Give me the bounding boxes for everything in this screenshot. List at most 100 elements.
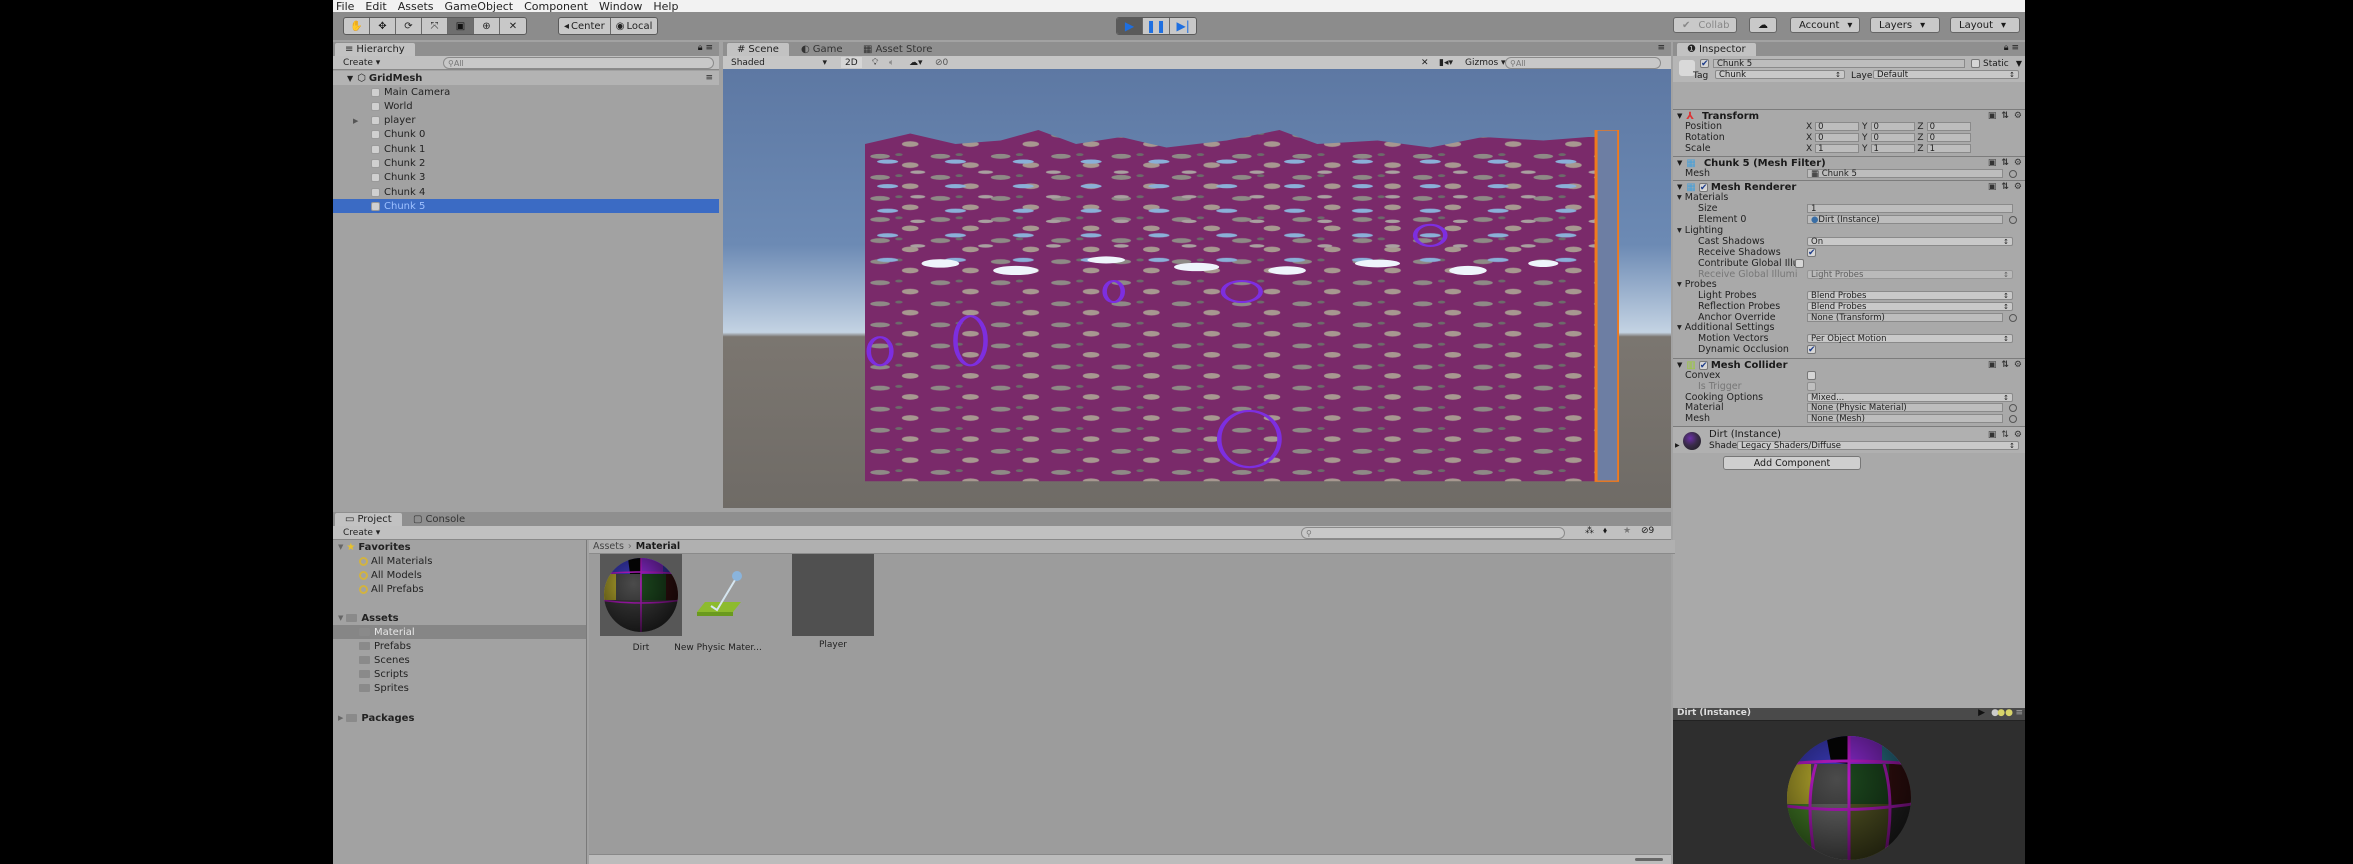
convex-checkbox[interactable] bbox=[1807, 371, 1816, 380]
hierarchy-item[interactable]: ▶ player bbox=[333, 114, 719, 128]
menu-assets[interactable]: Assets bbox=[395, 0, 442, 13]
mesh-renderer-enabled-checkbox[interactable]: ✔ bbox=[1698, 182, 1708, 192]
preview-menu-icon[interactable]: ≡ bbox=[2015, 708, 2023, 718]
help-book-icon[interactable]: ▣ bbox=[1988, 360, 1997, 370]
probes-foldout[interactable]: ▾ Probes bbox=[1673, 279, 2025, 290]
lighting-toggle[interactable]: 💡︎ bbox=[868, 57, 882, 68]
folder-item[interactable]: Scenes bbox=[333, 653, 586, 667]
terrain-mesh[interactable] bbox=[865, 130, 1619, 482]
expand-arrow-icon[interactable]: ▼ bbox=[347, 74, 353, 83]
2d-toggle[interactable]: 2D bbox=[841, 57, 862, 68]
breadcrumb-material[interactable]: Material bbox=[636, 541, 680, 552]
receive-shadows-checkbox[interactable]: ✔ bbox=[1807, 248, 1816, 258]
tab-scene[interactable]: # Scene bbox=[727, 43, 789, 56]
help-book-icon[interactable]: ▣ bbox=[1988, 158, 1997, 168]
favorite-item[interactable]: All Materials bbox=[333, 554, 586, 568]
hidden-packages-toggle[interactable]: ⊘9 bbox=[1641, 526, 1654, 536]
foldout-arrow-icon[interactable]: ▼ bbox=[1677, 112, 1682, 120]
material-sphere-preview[interactable] bbox=[1786, 734, 1912, 862]
scene-search[interactable]: ⚲ All bbox=[1505, 57, 1661, 69]
object-picker-icon[interactable] bbox=[2009, 313, 2017, 322]
scene-root[interactable]: ▼ ⬡ GridMesh ≡ bbox=[333, 71, 719, 85]
light-probes-dropdown[interactable]: Blend Probes bbox=[1807, 291, 2013, 301]
lock-icon[interactable]: 🔒︎ ≡ bbox=[698, 43, 713, 53]
contribute-gi-checkbox[interactable] bbox=[1795, 259, 1804, 268]
position-y[interactable]: 0 bbox=[1870, 122, 1915, 132]
help-book-icon[interactable]: ▣ bbox=[1988, 182, 1997, 192]
foldout-arrow-icon[interactable]: ▼ bbox=[1677, 183, 1682, 191]
reflection-probes-dropdown[interactable]: Blend Probes bbox=[1807, 302, 2013, 312]
help-book-icon[interactable]: ▣ bbox=[1988, 430, 1997, 440]
menu-gameobject[interactable]: GameObject bbox=[442, 0, 522, 13]
preset-icon[interactable]: ⇅ bbox=[2001, 111, 2009, 121]
size-field[interactable]: 1 bbox=[1807, 204, 2013, 214]
pivot-local-button[interactable]: ◉ Local bbox=[611, 18, 658, 34]
preset-icon[interactable]: ⇅ bbox=[2001, 158, 2009, 168]
scene-viewport[interactable] bbox=[723, 69, 1671, 508]
pause-button[interactable]: ❚❚ bbox=[1143, 18, 1171, 34]
filter-by-type-icon[interactable]: ⁂ bbox=[1585, 526, 1594, 536]
panel-menu-icon[interactable]: ≡ bbox=[1657, 43, 1665, 53]
asset-player[interactable]: Player bbox=[791, 554, 875, 650]
preview-play-icon[interactable]: ▶ bbox=[1978, 708, 1985, 718]
thumbnail-size-slider[interactable] bbox=[1635, 858, 1663, 861]
breadcrumb-assets[interactable]: Assets bbox=[593, 541, 624, 552]
scale-tool-button[interactable]: ⤧ bbox=[422, 18, 448, 34]
object-name-field[interactable]: Chunk 5 bbox=[1713, 59, 1965, 69]
mesh-field[interactable]: ▦ Chunk 5 bbox=[1807, 169, 2003, 179]
object-picker-icon[interactable] bbox=[2009, 215, 2017, 224]
hierarchy-search[interactable]: ⚲ All bbox=[443, 57, 714, 69]
tab-hierarchy[interactable]: ≡ Hierarchy bbox=[335, 43, 415, 56]
lock-icon[interactable]: 🔒︎ ≡ bbox=[2004, 43, 2019, 53]
collider-mesh-field[interactable]: None (Mesh) bbox=[1807, 414, 2003, 424]
menu-component[interactable]: Component bbox=[521, 0, 596, 13]
folder-item[interactable]: Prefabs bbox=[333, 639, 586, 653]
layers-dropdown[interactable]: Layers ▾ bbox=[1870, 17, 1940, 33]
shader-dropdown[interactable]: Legacy Shaders/Diffuse bbox=[1737, 441, 2019, 451]
anchor-override-field[interactable]: None (Transform) bbox=[1807, 313, 2003, 323]
favorite-item[interactable]: All Prefabs bbox=[333, 582, 586, 596]
preview-light-icon[interactable]: ●● bbox=[1997, 708, 2013, 718]
cloud-button[interactable]: ☁ bbox=[1749, 17, 1777, 33]
hierarchy-item[interactable]: World bbox=[333, 99, 719, 113]
tag-dropdown[interactable]: Chunk bbox=[1715, 70, 1845, 80]
cast-shadows-dropdown[interactable]: On bbox=[1807, 237, 2013, 247]
tab-game[interactable]: ◐ Game bbox=[791, 43, 853, 56]
scale-y[interactable]: 1 bbox=[1870, 144, 1915, 154]
mesh-collider-enabled-checkbox[interactable]: ✔ bbox=[1698, 360, 1708, 370]
gear-icon[interactable]: ⚙ bbox=[2014, 360, 2022, 370]
gear-icon[interactable]: ⚙ bbox=[2014, 111, 2022, 121]
hierarchy-item[interactable]: Chunk 4 bbox=[333, 185, 719, 199]
tab-project[interactable]: ▭ Project bbox=[335, 513, 402, 526]
transform-tool-button[interactable]: ⊕ bbox=[474, 18, 500, 34]
folder-item[interactable]: Scripts bbox=[333, 667, 586, 681]
rotation-z[interactable]: 0 bbox=[1926, 133, 1971, 143]
create-button[interactable]: Create ▾ bbox=[339, 527, 384, 538]
collab-dropdown[interactable]: ✔ Collab bbox=[1673, 17, 1737, 33]
materials-foldout[interactable]: ▾ Materials bbox=[1673, 192, 2025, 203]
motion-vectors-dropdown[interactable]: Per Object Motion bbox=[1807, 334, 2013, 344]
tab-asset-store[interactable]: ▦ Asset Store bbox=[853, 43, 942, 56]
object-picker-icon[interactable] bbox=[2009, 169, 2017, 178]
collider-material-field[interactable]: None (Physic Material) bbox=[1807, 403, 2003, 413]
hand-tool-button[interactable]: ✋ bbox=[344, 18, 370, 34]
favorites-foldout[interactable]: ▼ ★ Favorites bbox=[333, 540, 586, 554]
foldout-arrow-icon[interactable]: ▼ bbox=[1677, 159, 1682, 167]
custom-tool-button[interactable]: ✕ bbox=[500, 18, 526, 34]
gizmos-dropdown[interactable]: Gizmos ▾ bbox=[1461, 57, 1510, 68]
layout-dropdown[interactable]: Layout ▾ bbox=[1950, 17, 2020, 33]
preset-icon[interactable]: ⇅ bbox=[2001, 182, 2009, 192]
layer-dropdown[interactable]: Default bbox=[1873, 70, 2019, 80]
hidden-objects-toggle[interactable]: ⊘ 0 bbox=[931, 57, 952, 68]
object-picker-icon[interactable] bbox=[2009, 403, 2017, 412]
audio-toggle[interactable]: 🔈︎ bbox=[885, 57, 898, 68]
preset-icon[interactable]: ⇅ bbox=[2001, 430, 2009, 440]
favorite-star-icon[interactable]: ★ bbox=[1623, 526, 1631, 536]
pivot-center-button[interactable]: ◂ Center bbox=[559, 18, 611, 34]
cooking-options-dropdown[interactable]: Mixed... bbox=[1807, 393, 2013, 403]
add-component-button[interactable]: Add Component bbox=[1723, 456, 1861, 470]
position-z[interactable]: 0 bbox=[1926, 122, 1971, 132]
tab-console[interactable]: ▢ Console bbox=[403, 513, 475, 526]
element0-field[interactable]: ● Dirt (Instance) bbox=[1807, 215, 2003, 225]
effects-dropdown[interactable]: ☁▾ bbox=[905, 57, 927, 68]
